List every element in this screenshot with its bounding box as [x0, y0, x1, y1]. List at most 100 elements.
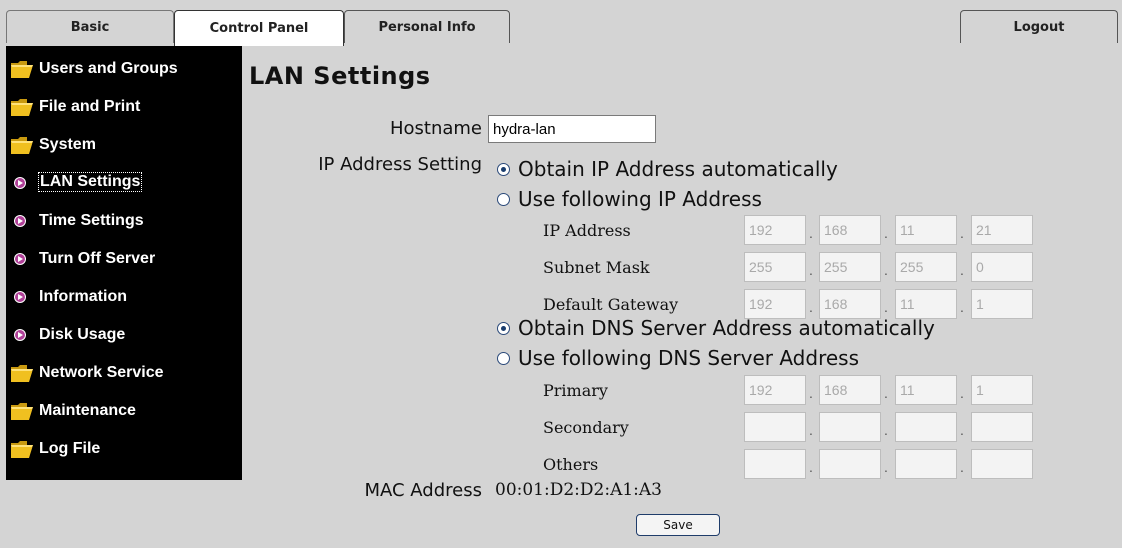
- sidebar-item-system[interactable]: System: [6, 130, 242, 160]
- octet-separator: .: [884, 225, 888, 241]
- mac-address-label: MAC Address: [364, 480, 482, 501]
- dns-others-octet-4[interactable]: [971, 449, 1033, 479]
- sidebar: Users and Groups File and Print System LAN …: [6, 46, 242, 480]
- ip-radio-label: Use following IP Address: [518, 187, 762, 211]
- octet-separator: .: [884, 385, 888, 401]
- octet-separator: .: [809, 262, 813, 278]
- ip-subnet-mask-label: Subnet Mask: [543, 258, 650, 277]
- octet-separator: .: [884, 422, 888, 438]
- folder-icon: [10, 96, 34, 118]
- sidebar-item-label: Log File: [39, 440, 101, 457]
- tab-basic[interactable]: Basic: [6, 10, 174, 43]
- octet-separator: .: [960, 385, 964, 401]
- ip-default-gateway-octet-4[interactable]: 1: [971, 289, 1033, 319]
- logout-tab[interactable]: Logout: [960, 10, 1118, 43]
- ip-radio-manual[interactable]: [497, 192, 510, 206]
- sidebar-item-file-and-print[interactable]: File and Print: [6, 92, 242, 122]
- sidebar-item-label: Information: [39, 288, 127, 305]
- folder-icon: [10, 362, 34, 384]
- dns-primary-octet-2[interactable]: 168: [819, 375, 881, 405]
- ip-ip-address-octet-3[interactable]: 11: [895, 215, 957, 245]
- dns-primary-octet-4[interactable]: 1: [971, 375, 1033, 405]
- dns-radio-label: Obtain DNS Server Address automatically: [518, 316, 935, 340]
- sidebar-item-log-file[interactable]: Log File: [6, 434, 242, 464]
- arrow-bullet-icon: [10, 248, 34, 270]
- dns-others-label: Others: [543, 455, 599, 474]
- dns-radio-auto[interactable]: [497, 321, 510, 335]
- folder-icon: [10, 438, 34, 460]
- ip-address-setting-label: IP Address Setting: [318, 154, 482, 175]
- ip-option-auto[interactable]: Obtain IP Address automatically: [497, 156, 838, 182]
- octet-separator: .: [809, 225, 813, 241]
- dns-secondary-octet-3[interactable]: [895, 412, 957, 442]
- sidebar-item-label: LAN Settings: [38, 172, 143, 192]
- dns-primary-octet-3[interactable]: 11: [895, 375, 957, 405]
- ip-subnet-mask-octet-3[interactable]: 255: [895, 252, 957, 282]
- ip-ip-address-label: IP Address: [543, 221, 631, 240]
- ip-subnet-mask-octet-2[interactable]: 255: [819, 252, 881, 282]
- dns-option-manual[interactable]: Use following DNS Server Address: [497, 345, 859, 371]
- sidebar-item-label: Time Settings: [39, 212, 144, 229]
- octet-separator: .: [960, 225, 964, 241]
- octet-separator: .: [960, 262, 964, 278]
- dns-option-auto[interactable]: Obtain DNS Server Address automatically: [497, 315, 935, 341]
- sidebar-item-lan-settings[interactable]: LAN Settings: [6, 168, 242, 198]
- sidebar-item-label: Maintenance: [39, 402, 136, 419]
- sidebar-item-label: Disk Usage: [39, 326, 126, 343]
- sidebar-item-maintenance[interactable]: Maintenance: [6, 396, 242, 426]
- octet-separator: .: [960, 299, 964, 315]
- octet-separator: .: [809, 299, 813, 315]
- dns-secondary-octet-4[interactable]: [971, 412, 1033, 442]
- sidebar-item-users-and-groups[interactable]: Users and Groups: [6, 54, 242, 84]
- top-tab-bar: Basic Control Panel Personal Info Logout: [0, 0, 1122, 46]
- sidebar-item-information[interactable]: Information: [6, 282, 242, 312]
- dns-radio-manual[interactable]: [497, 351, 510, 365]
- dns-others-octet-1[interactable]: [744, 449, 806, 479]
- dns-secondary-octet-1[interactable]: [744, 412, 806, 442]
- dns-primary-octet-1[interactable]: 192: [744, 375, 806, 405]
- ip-subnet-mask-octet-1[interactable]: 255: [744, 252, 806, 282]
- dns-radio-label: Use following DNS Server Address: [518, 346, 859, 370]
- hostname-label: Hostname: [389, 118, 482, 139]
- octet-separator: .: [884, 459, 888, 475]
- ip-default-gateway-label: Default Gateway: [543, 295, 679, 314]
- ip-radio-label: Obtain IP Address automatically: [518, 157, 838, 181]
- dns-secondary-octet-2[interactable]: [819, 412, 881, 442]
- ip-radio-auto[interactable]: [497, 162, 510, 176]
- octet-separator: .: [809, 422, 813, 438]
- ip-ip-address-octet-1[interactable]: 192: [744, 215, 806, 245]
- arrow-bullet-icon: [10, 286, 34, 308]
- hostname-input[interactable]: [488, 115, 656, 143]
- sidebar-item-label: Network Service: [39, 364, 164, 381]
- sidebar-item-label: File and Print: [39, 98, 141, 115]
- octet-separator: .: [884, 299, 888, 315]
- save-button[interactable]: Save: [636, 514, 720, 536]
- dns-others-octet-3[interactable]: [895, 449, 957, 479]
- folder-icon: [10, 58, 34, 80]
- sidebar-item-label: Users and Groups: [39, 60, 178, 77]
- octet-separator: .: [809, 385, 813, 401]
- dns-primary-label: Primary: [543, 381, 608, 400]
- octet-separator: .: [884, 262, 888, 278]
- sidebar-item-network-service[interactable]: Network Service: [6, 358, 242, 388]
- arrow-bullet-icon: [10, 172, 34, 194]
- tab-control-panel[interactable]: Control Panel: [174, 10, 344, 46]
- dns-secondary-label: Secondary: [543, 418, 629, 437]
- sidebar-item-label: System: [39, 136, 96, 153]
- sidebar-item-time-settings[interactable]: Time Settings: [6, 206, 242, 236]
- dns-others-octet-2[interactable]: [819, 449, 881, 479]
- octet-separator: .: [809, 459, 813, 475]
- sidebar-item-disk-usage[interactable]: Disk Usage: [6, 320, 242, 350]
- tab-personal-info[interactable]: Personal Info: [344, 10, 510, 43]
- sidebar-item-label: Turn Off Server: [39, 250, 156, 267]
- ip-ip-address-octet-4[interactable]: 21: [971, 215, 1033, 245]
- sidebar-item-turn-off-server[interactable]: Turn Off Server: [6, 244, 242, 274]
- mac-address-value: 00:01:D2:D2:A1:A3: [495, 480, 662, 500]
- ip-subnet-mask-octet-4[interactable]: 0: [971, 252, 1033, 282]
- ip-option-manual[interactable]: Use following IP Address: [497, 186, 762, 212]
- ip-ip-address-octet-2[interactable]: 168: [819, 215, 881, 245]
- octet-separator: .: [960, 459, 964, 475]
- folder-open-icon: [10, 134, 34, 156]
- arrow-bullet-icon: [10, 210, 34, 232]
- octet-separator: .: [960, 422, 964, 438]
